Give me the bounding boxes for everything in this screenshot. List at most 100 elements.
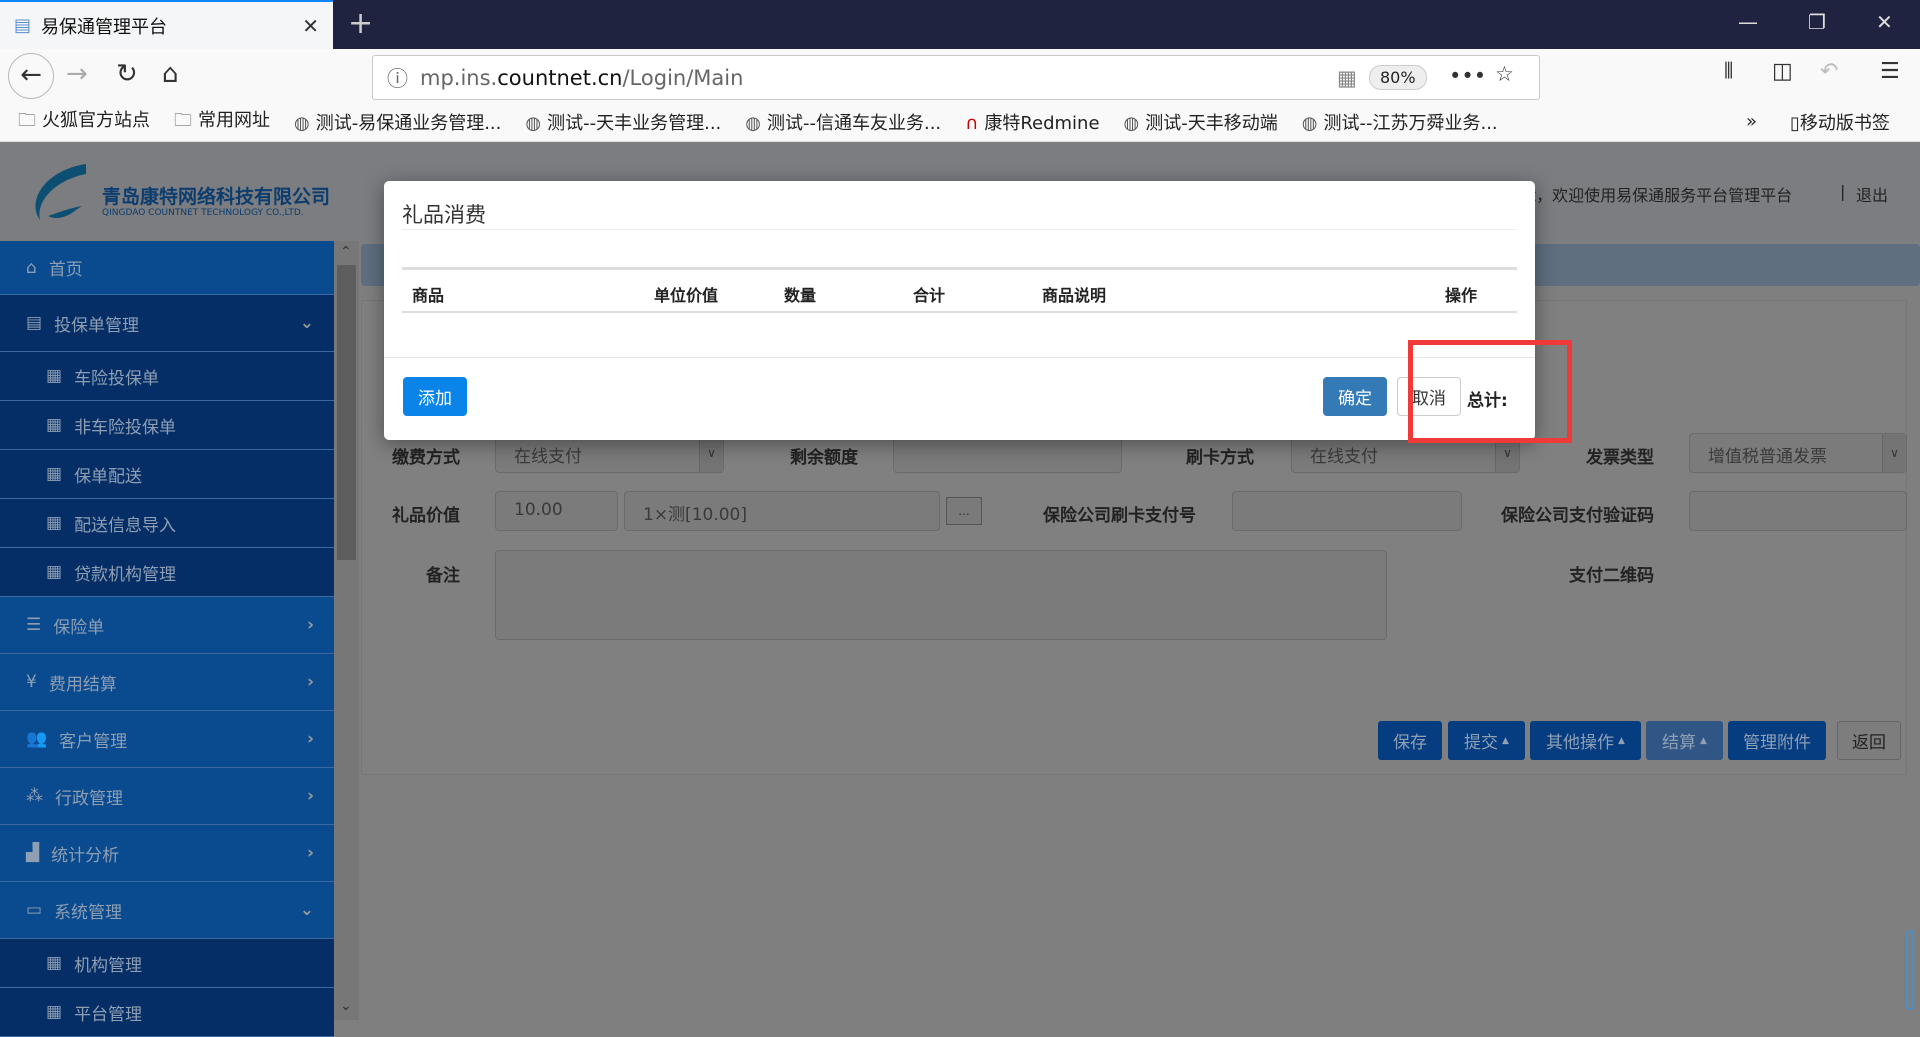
sidebar-label: 车险投保单 [74,368,160,389]
gift-value-input[interactable]: 10.00 [495,491,618,531]
dialog-title: 礼品消费 [402,203,486,227]
sidebar-item-home[interactable]: ⌂ 首页 [0,241,334,295]
more-icon[interactable]: ••• [1449,64,1486,88]
column-header: 单位价值 [654,286,719,305]
back-icon[interactable]: ← [8,53,54,99]
sidebar-label: 投保单管理 [54,315,140,336]
submit-label: 提交 [1464,733,1499,753]
sidebar-item-customers[interactable]: 👥 客户管理 › [0,711,334,768]
sidebar-item-settlement[interactable]: ¥ 费用结算 › [0,654,334,711]
sidebar-item-stats[interactable]: ▟ 统计分析 › [0,825,334,882]
browser-tab[interactable]: ▤ 易保通管理平台 ✕ [0,0,333,49]
invoice-type-value: 增值税普通发票 [1708,447,1827,467]
sidebar-item-platform[interactable]: ▦ 平台管理 [0,988,334,1037]
gift-detail-input[interactable]: 1×测[10.00] [624,491,940,531]
column-header: 商品 [412,286,445,305]
gift-picker-button[interactable]: ... [946,497,982,525]
sidebar-label: 首页 [48,260,83,280]
bookmarks-bar: 🗀 火狐官方站点 🗀 常用网址 ◍ 测试-易保通业务管理... ◍ 测试--天丰业务管理… [0,102,1920,142]
reload-icon[interactable]: ↻ [116,59,138,89]
page-scrollbar[interactable] [1906,930,1914,1010]
close-tab-icon[interactable]: ✕ [302,14,319,38]
restore-icon[interactable]: ❐ [1808,10,1826,34]
column-header: 操作 [1445,286,1478,305]
card-no-input[interactable] [1232,491,1462,531]
back-button[interactable]: 返回 [1837,721,1901,760]
bookmark[interactable]: 🗀 火狐官方站点 [18,106,150,138]
sidebar-label: 行政管理 [55,788,123,809]
sidebar-item-loan-org[interactable]: ▦ 贷款机构管理 [0,548,334,597]
globe-icon: ◍ [745,112,761,134]
mobile-bookmarks[interactable]: ▯移动版书签 [1790,109,1890,135]
add-button[interactable]: 添加 [403,377,467,416]
sidebar-item-nonauto-proposal[interactable]: ▦ 非车险投保单 [0,401,334,450]
dialog-footer-divider [384,357,1535,358]
separator: | [1840,182,1846,201]
zoom-level[interactable]: 80% [1369,65,1427,90]
sidebar-item-auto-proposal[interactable]: ▦ 车险投保单 [0,352,334,401]
forward-icon[interactable]: → [66,59,88,89]
overflow-chevron-icon[interactable]: » [1746,111,1757,132]
url-bar[interactable]: ⓘ mp.ins. countnet.cn/Login/Main ▦ 80% ••… [372,55,1540,100]
manage-attachments-button[interactable]: 管理附件 [1728,721,1826,760]
sidebar-item-delivery-import[interactable]: ▦ 配送信息导入 [0,499,334,548]
library-icon[interactable]: ⫴ [1724,59,1733,84]
globe-icon: ◍ [525,112,542,134]
grid-icon: ▦ [46,1002,63,1022]
sidebar-icon[interactable]: ◫ [1772,59,1793,84]
gift-consumption-dialog: 礼品消费 商品 单位价值 数量 合计 商品说明 操作 添加 确定 取消 总计: [384,181,1535,440]
info-icon[interactable]: ⓘ [387,63,408,93]
bookmark[interactable]: ◍ 测试-天丰移动端 [1124,109,1278,135]
sidebar-item-proposals[interactable]: ▤ 投保单管理 ⌄ [0,295,334,352]
star-icon[interactable]: ☆ [1495,62,1514,86]
scroll-up-icon[interactable]: ⌃ [340,244,352,260]
company-name: 青岛康特网络科技有限公司 [102,186,331,208]
invoice-type-select[interactable]: 增值税普通发票 ∨ [1689,433,1907,473]
bookmark[interactable]: ◍ 测试-易保通业务管理... [294,109,501,135]
save-button[interactable]: 保存 [1378,721,1442,760]
sidebar-item-system[interactable]: ▭ 系统管理 ⌄ [0,882,334,939]
sidebar-item-policy[interactable]: ☰ 保险单 › [0,597,334,654]
undo-icon[interactable]: ↶ [1820,59,1838,84]
bookmark[interactable]: 🗀 常用网址 [174,106,270,138]
chart-icon: ▟ [26,843,40,863]
close-window-icon[interactable]: ✕ [1876,10,1893,34]
bookmark[interactable]: ◍ 测试--江苏万舜业务... [1302,109,1498,135]
sidebar-scroll-thumb[interactable] [337,265,356,560]
bookmark-label: 康特Redmine [984,112,1100,134]
sidebar-label: 贷款机构管理 [74,564,177,585]
sidebar-label: 非车险投保单 [74,417,177,438]
card-method-value: 在线支付 [1310,447,1378,467]
bookmark[interactable]: ◍ 测试--信通车友业务... [745,109,941,135]
grid-icon: ▦ [46,513,63,533]
logout-link[interactable]: 退出 [1856,182,1888,206]
sidebar-item-delivery[interactable]: ▦ 保单配送 [0,450,334,499]
other-actions-button[interactable]: 其他操作 ▲ [1530,721,1641,760]
confirm-button[interactable]: 确定 [1323,377,1387,416]
verify-code-input[interactable] [1689,491,1907,531]
redmine-icon: ∩ [965,112,979,134]
sidebar-item-org[interactable]: ▦ 机构管理 [0,939,334,988]
page-icon: ▤ [14,15,32,36]
column-header: 合计 [913,286,946,305]
submit-button[interactable]: 提交 ▲ [1448,721,1525,760]
chevron-down-icon: ∨ [1882,434,1906,472]
bookmark[interactable]: ◍ 测试--天丰业务管理... [525,109,721,135]
laptop-icon: ▭ [26,900,43,920]
settle-button[interactable]: 结算 ▲ [1646,721,1723,760]
qr-code-icon[interactable]: ▦ [1337,66,1357,90]
highlight-annotation-box [1408,340,1572,443]
sidebar-label: 统计分析 [51,845,120,866]
sidebar-item-admin[interactable]: ⁂ 行政管理 › [0,768,334,825]
company-name-en: QINGDAO COUNTNET TECHNOLOGY CO.,LTD. [102,208,304,218]
sidebar: ⌂ 首页 ▤ 投保单管理 ⌄ ▦ 车险投保单 ▦ 非车险投保单 ▦ 保单配送 ▦ 配送信息导入… [0,241,334,1037]
home-icon[interactable]: ⌂ [162,59,179,89]
new-tab-button[interactable]: + [348,6,373,41]
scroll-down-icon[interactable]: ⌄ [340,998,352,1014]
sidebar-label: 保险单 [53,617,105,638]
bookmark[interactable]: ∩ 康特Redmine [965,109,1099,135]
minimize-icon[interactable]: — [1738,10,1758,34]
remark-textarea[interactable] [495,550,1387,640]
menu-icon[interactable]: ☰ [1880,59,1900,84]
tab-bar: ▤ 易保通管理平台 ✕ + — ❐ ✕ [0,0,1920,49]
